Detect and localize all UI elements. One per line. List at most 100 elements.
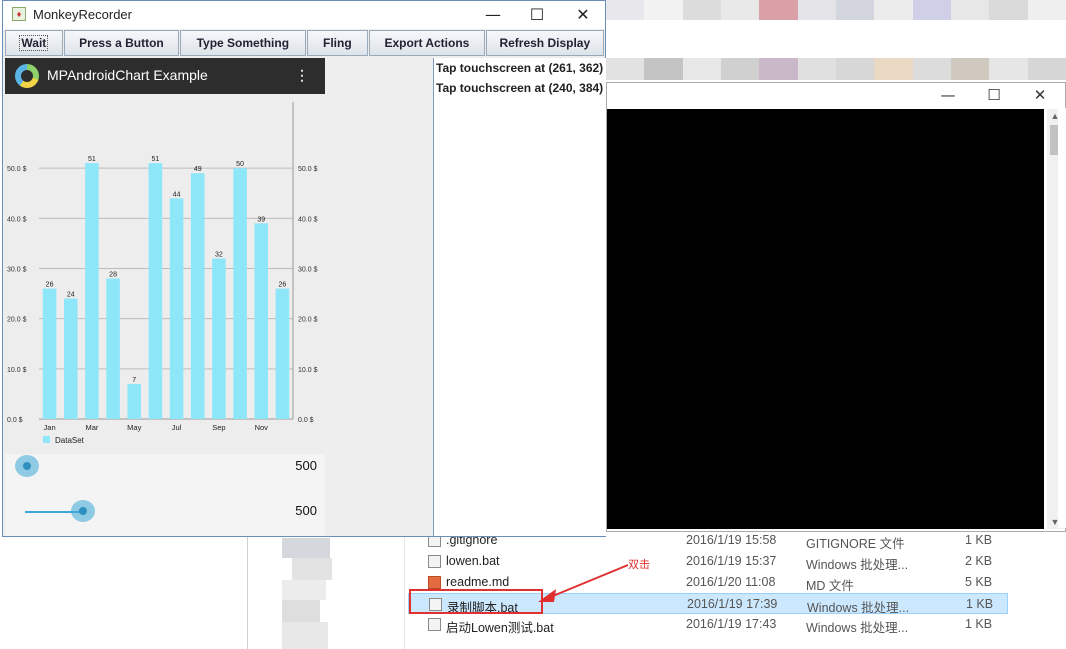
fling-button[interactable]: Fling [306,30,369,56]
bar-value-label: 24 [67,292,75,299]
app-icon: ♦ [12,7,26,21]
slider-1-knob[interactable] [15,455,39,477]
slider-2-knob[interactable] [71,500,95,522]
y-tick-label: 40.0 $ [7,216,27,223]
console-titlebar: — ☐ ✕ [607,83,1065,109]
file-type: GITIGNORE 文件 [806,537,905,551]
annotation-highlight-box [409,589,543,614]
maximize-icon[interactable]: ☐ [515,3,559,27]
wait-button[interactable]: Wait [5,30,63,56]
overflow-menu-icon[interactable]: ⋮ [295,67,309,84]
y-tick-label: 10.0 $ [7,367,27,374]
bat-file-icon [428,618,441,631]
bar [169,198,184,419]
md-file-icon [428,576,441,589]
type-something-button[interactable]: Type Something [180,30,306,56]
x-tick-label: Jan [44,423,56,432]
file-date: 2016/1/19 15:37 [686,554,777,568]
refresh-display-button[interactable]: Refresh Display [485,30,605,56]
bar [275,288,290,419]
app-title: MPAndroidChart Example [47,67,208,83]
blurred-desktop-strip-2 [606,58,1066,80]
x-tick-label: May [127,423,141,432]
file-size: 1 KB [965,617,993,631]
press-a-button-button[interactable]: Press a Button [63,30,180,56]
y-tick-label: 0.0 $ [7,417,23,424]
file-size: 1 KB [965,533,993,547]
bar-value-label: 7 [132,377,136,384]
file-size: 1 KB [966,597,994,611]
minimize-icon[interactable]: — [471,3,515,27]
legend-swatch [43,436,50,443]
console-window: — ☐ ✕ ▲ ▼ [606,82,1066,532]
bat-file-icon [428,555,441,568]
bar-value-label: 26 [46,282,54,289]
file-name: lowen.bat [446,554,500,568]
y-tick-label-right: 20.0 $ [298,317,318,324]
file-name: readme.md [446,575,510,589]
minimize-icon[interactable]: — [925,83,971,107]
bar [233,168,247,419]
file-row[interactable]: 启动Lowen测试.bat 2016/1/19 17:43 Windows 批处理.… [408,614,1008,635]
legend-label: DataSet [55,436,85,445]
file-type: Windows 批处理... [806,621,909,635]
bar [42,288,57,419]
export-actions-button[interactable]: Export Actions [369,30,485,56]
bar-value-label: 44 [173,191,181,198]
titlebar: ♦ MonkeyRecorder — ☐ ✕ [3,1,605,29]
bar-value-label: 26 [279,282,287,289]
bar-value-label: 32 [215,251,223,258]
app-action-bar: MPAndroidChart Example ⋮ [5,58,325,94]
y-tick-label-right: 0.0 $ [298,417,314,424]
window-title: MonkeyRecorder [33,7,132,22]
file-date: 2016/1/19 17:43 [686,617,777,631]
file-name: 启动Lowen测试.bat [446,621,554,635]
close-icon[interactable]: ✕ [561,3,605,27]
slider-1-value: 500 [295,458,317,473]
bar [148,163,163,419]
close-icon[interactable]: ✕ [1017,83,1063,107]
log-entry: Tap touchscreen at (261, 362) [436,61,604,75]
device-screen[interactable]: MPAndroidChart Example ⋮ 0.0 $ 0.0 $ 10.0 … [5,58,325,536]
bar [85,163,99,419]
monkeyrecorder-window: ♦ MonkeyRecorder — ☐ ✕ Wait Press a Butt… [2,0,606,537]
toolbar: Wait Press a Button Type Something Fling… [5,30,605,58]
bar [106,278,120,419]
action-log[interactable]: Tap touchscreen at (261, 362) Tap touchs… [434,58,606,536]
bar [127,383,142,419]
slider-row-2: 500 [5,497,325,527]
pane-divider [404,530,405,649]
log-entry: Tap touchscreen at (240, 384) [436,81,604,95]
file-list: .gitignore 2016/1/19 15:58 GITIGNORE 文件 1 K… [408,530,1008,635]
blurred-desktop-strip-1 [606,0,1066,20]
y-tick-label-right: 30.0 $ [298,267,318,274]
file-date: 2016/1/20 11:08 [686,575,776,589]
file-size: 2 KB [965,554,993,568]
file-type: MD 文件 [806,579,854,593]
annotation-label: 双击 [628,559,650,571]
bar-value-label: 39 [257,216,265,223]
file-date: 2016/1/19 15:58 [686,533,777,547]
annotation-arrow-icon [538,564,629,602]
bar-value-label: 28 [109,272,117,279]
app-logo-icon [15,64,39,88]
bar [254,223,269,419]
x-tick-label: Nov [255,423,269,432]
file-date: 2016/1/19 17:39 [687,597,778,611]
x-tick-label: Jul [172,423,182,432]
slider-row-1: 500 [5,452,325,482]
y-tick-label-right: 10.0 $ [298,367,318,374]
maximize-icon[interactable]: ☐ [971,83,1017,107]
x-tick-label: Sep [212,423,225,432]
file-row[interactable]: lowen.bat 2016/1/19 15:37 Windows 批处理... 2 … [408,551,1008,572]
x-tick-label: Mar [85,423,98,432]
bar [212,258,226,419]
y-tick-label-right: 40.0 $ [298,216,318,223]
bar-value-label: 49 [194,166,202,173]
bar-chart[interactable]: 0.0 $ 0.0 $ 10.0 $ 10.0 $ 20.0 $ 20.0 $ 30.0 $… [5,94,325,454]
y-tick-label-right: 50.0 $ [298,166,318,173]
bar [63,298,78,419]
y-tick-label: 30.0 $ [7,267,27,274]
console-output-area[interactable] [607,109,1044,529]
blurred-navigation-pane [262,538,362,649]
